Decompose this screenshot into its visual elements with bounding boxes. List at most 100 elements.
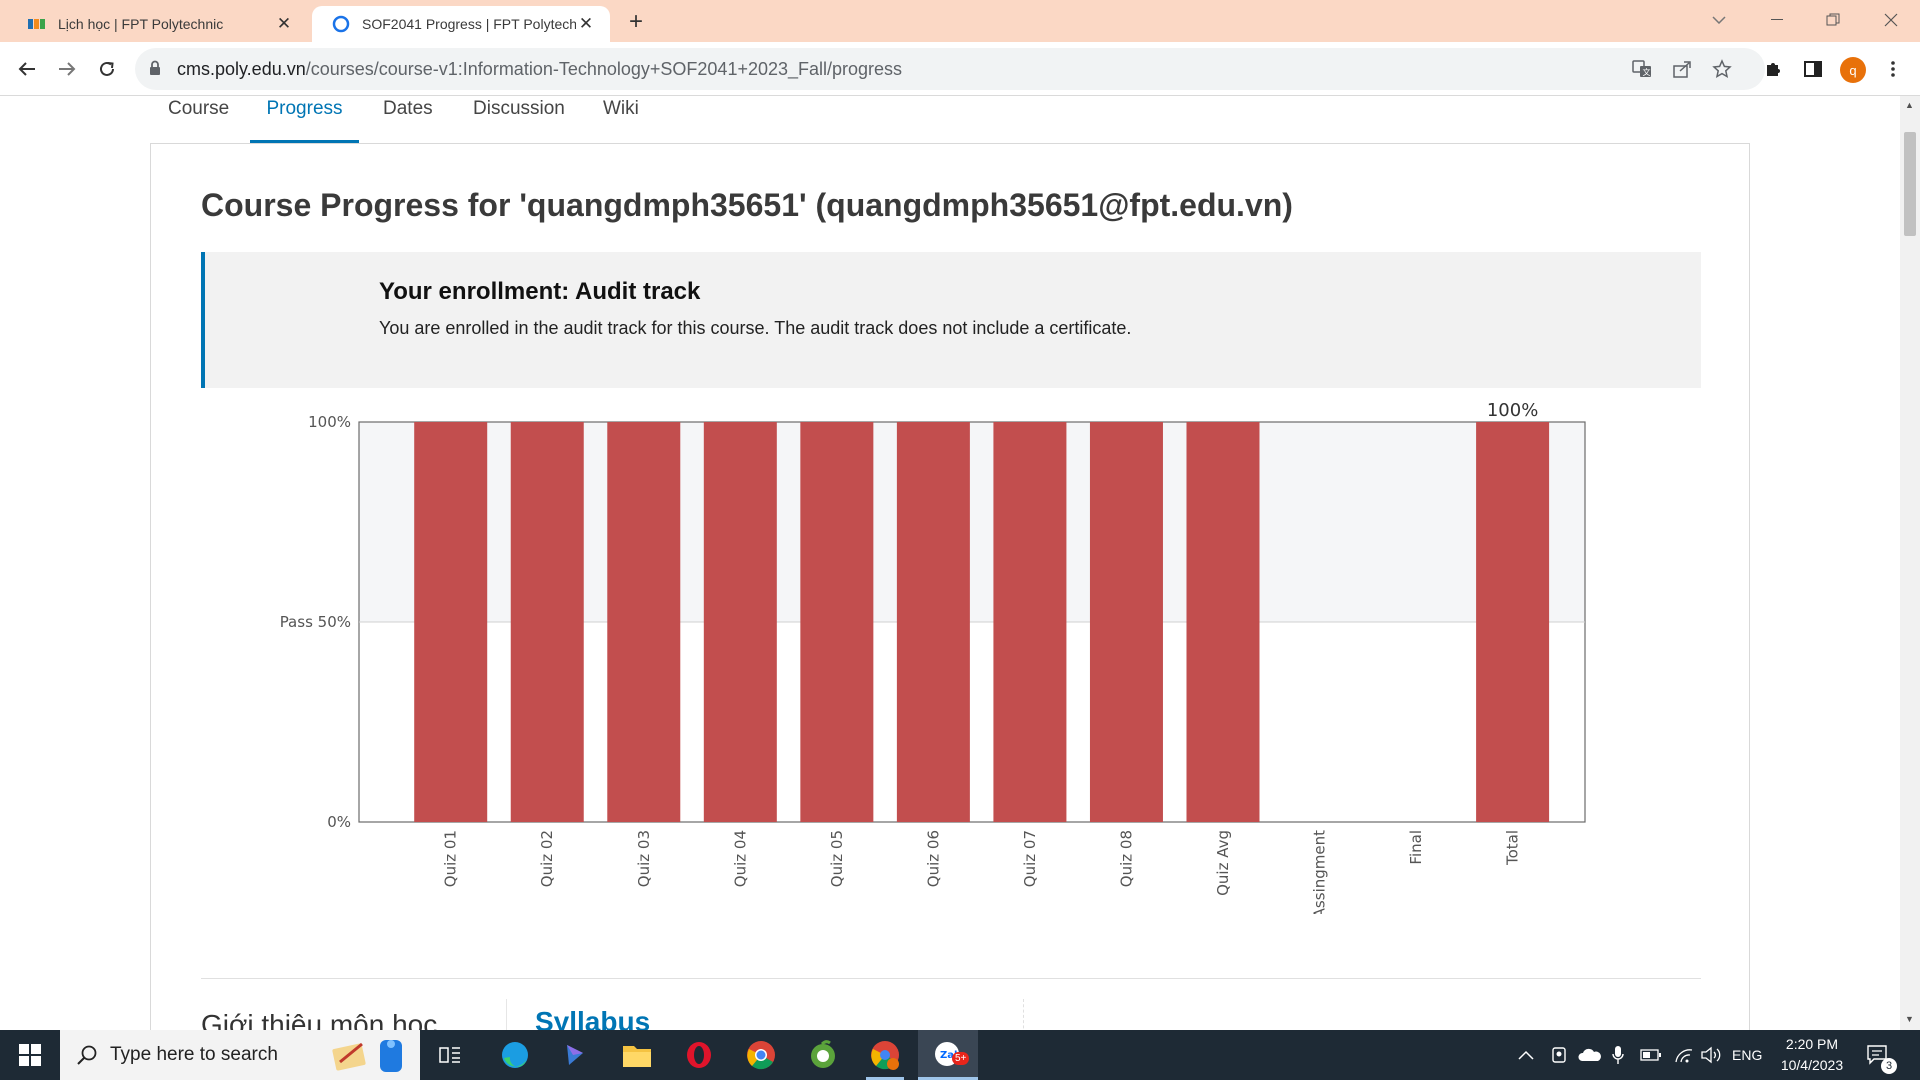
- grade-bar: [703, 422, 777, 822]
- grade-chart: 0% Pass 50% 100% Quiz 01 Quiz 02 Quiz 03 Quiz …: [280, 400, 1586, 914]
- minimize-icon[interactable]: [1752, 0, 1802, 40]
- tab-discussion[interactable]: Discussion: [473, 96, 565, 144]
- new-tab-button[interactable]: +: [622, 8, 650, 36]
- section-divider: [201, 978, 1701, 979]
- x-tick-label: Quiz 05: [828, 830, 846, 887]
- coccoc-browser-icon[interactable]: [800, 1030, 846, 1080]
- lock-icon[interactable]: [149, 60, 161, 81]
- task-view-icon[interactable]: [430, 1030, 470, 1080]
- notification-badge: 5+: [952, 1052, 970, 1065]
- enrollment-message: Your enrollment: Audit track You are enr…: [201, 252, 1701, 388]
- browser-tab-progress[interactable]: SOF2041 Progress | FPT Polytech ✕: [312, 6, 610, 42]
- side-panel-icon[interactable]: [1800, 56, 1826, 82]
- progress-card: Course Progress for 'quangdmph35651' (qu…: [150, 143, 1750, 1030]
- opera-browser-icon[interactable]: [676, 1030, 722, 1080]
- input-language[interactable]: ENG: [1732, 1030, 1762, 1080]
- grade-bar: [896, 422, 970, 822]
- search-highlight-illustration-icon: [322, 1034, 412, 1080]
- x-tick-label: Quiz 07: [1021, 830, 1039, 887]
- y-tick-label: 100%: [308, 413, 351, 431]
- column-separator: [1023, 999, 1024, 1030]
- edge-browser-icon[interactable]: [492, 1030, 538, 1080]
- restore-icon[interactable]: [1808, 0, 1858, 40]
- chrome-profile-icon[interactable]: [862, 1030, 908, 1080]
- search-icon: [76, 1044, 98, 1066]
- tab-title: Lịch học | FPT Polytechnic: [58, 16, 224, 32]
- url-host: cms.poly.edu.vn: [177, 59, 306, 79]
- system-clock[interactable]: 2:20 PM 10/4/2023: [1770, 1034, 1854, 1076]
- browser-toolbar: cms.poly.edu.vn/courses/course-v1:Inform…: [0, 42, 1920, 96]
- url-path: /courses/course-v1:Information-Technolog…: [305, 59, 903, 79]
- x-tick-label: Quiz 01: [442, 830, 460, 887]
- reload-icon[interactable]: [91, 53, 123, 85]
- page-scrollbar[interactable]: ▲ ▼: [1900, 96, 1920, 1030]
- chrome-browser-icon[interactable]: [738, 1030, 784, 1080]
- tab-wiki[interactable]: Wiki: [603, 96, 639, 144]
- loading-ring-icon: [332, 15, 350, 33]
- more-menu-icon[interactable]: [1880, 56, 1906, 82]
- y-tick-label: 0%: [327, 813, 351, 831]
- profile-avatar[interactable]: q: [1840, 57, 1866, 83]
- grade-bar: [510, 422, 584, 822]
- close-tab-icon[interactable]: ✕: [274, 14, 294, 34]
- grade-bar: [800, 422, 874, 822]
- grade-bar: [1476, 422, 1550, 822]
- close-window-icon[interactable]: [1866, 0, 1916, 40]
- scroll-up-arrow-icon[interactable]: ▲: [1905, 100, 1914, 110]
- svg-text:文: 文: [1643, 67, 1651, 77]
- x-tick-label: Final: [1407, 830, 1425, 865]
- tab-dates[interactable]: Dates: [383, 96, 433, 144]
- onedrive-cloud-icon[interactable]: [1578, 1030, 1602, 1080]
- zalo-app-icon[interactable]: Zalo 5+: [918, 1030, 978, 1080]
- x-tick-label: Quiz 06: [924, 830, 942, 887]
- column-separator: [506, 999, 507, 1030]
- clock-date: 10/4/2023: [1780, 1057, 1844, 1073]
- tab-progress[interactable]: Progress: [250, 96, 359, 144]
- microphone-icon[interactable]: [1612, 1030, 1624, 1080]
- tab-search-chevron-icon[interactable]: [1694, 0, 1744, 40]
- scrollbar-thumb[interactable]: [1904, 132, 1916, 236]
- x-tick-label: Quiz 04: [731, 830, 749, 887]
- notification-count: 3: [1881, 1058, 1897, 1074]
- y-tick-label: Pass 50%: [280, 613, 351, 631]
- enrollment-heading: Your enrollment: Audit track: [379, 278, 701, 305]
- share-icon[interactable]: [1671, 58, 1693, 80]
- browser-tab-strip: Lịch học | FPT Polytechnic ✕ SOF2041 Pro…: [0, 0, 1920, 42]
- syllabus-link[interactable]: Syllabus: [535, 1006, 650, 1030]
- address-bar[interactable]: cms.poly.edu.vn/courses/course-v1:Inform…: [135, 48, 1765, 90]
- x-tick-label: Quiz 02: [538, 830, 556, 887]
- battery-icon[interactable]: [1640, 1030, 1662, 1080]
- x-tick-label: Quiz Avg: [1214, 830, 1232, 896]
- url-text: cms.poly.edu.vn/courses/course-v1:Inform…: [177, 59, 902, 80]
- course-intro-heading: Giới thiệu môn học: [201, 1009, 438, 1030]
- wifi-icon[interactable]: [1674, 1030, 1694, 1080]
- browser-tab-schedule[interactable]: Lịch học | FPT Polytechnic ✕: [8, 6, 308, 42]
- forward-arrow-icon[interactable]: [51, 53, 83, 85]
- grade-bar: [414, 422, 488, 822]
- taskbar-search-box[interactable]: Type here to search: [60, 1030, 420, 1080]
- grade-bar: [993, 422, 1067, 822]
- scroll-down-arrow-icon[interactable]: ▼: [1905, 1014, 1914, 1024]
- notification-center-icon[interactable]: 3: [1866, 1030, 1897, 1080]
- total-value-label: 100%: [1487, 400, 1538, 421]
- copilot-icon[interactable]: [552, 1030, 598, 1080]
- extensions-puzzle-icon[interactable]: [1760, 56, 1786, 82]
- meet-now-icon[interactable]: [1550, 1030, 1568, 1080]
- translate-icon[interactable]: 文: [1631, 58, 1653, 80]
- grade-bar: [607, 422, 681, 822]
- bookmark-star-icon[interactable]: [1711, 58, 1733, 80]
- back-arrow-icon[interactable]: [11, 53, 43, 85]
- x-tick-label: Quiz 03: [635, 830, 653, 887]
- page-title: Course Progress for 'quangdmph35651' (qu…: [201, 187, 1293, 223]
- grade-bar: [1186, 422, 1260, 822]
- show-hidden-icons-chevron-icon[interactable]: [1518, 1030, 1534, 1080]
- close-tab-icon[interactable]: ✕: [576, 14, 596, 34]
- clock-time: 2:20 PM: [1785, 1036, 1839, 1052]
- tab-title: SOF2041 Progress | FPT Polytech: [362, 16, 576, 32]
- file-explorer-icon[interactable]: [614, 1030, 660, 1080]
- tab-course[interactable]: Course: [168, 96, 229, 144]
- volume-icon[interactable]: [1700, 1030, 1722, 1080]
- enrollment-text: You are enrolled in the audit track for …: [379, 318, 1132, 338]
- search-placeholder: Type here to search: [110, 1044, 278, 1065]
- windows-start-icon[interactable]: [10, 1030, 50, 1080]
